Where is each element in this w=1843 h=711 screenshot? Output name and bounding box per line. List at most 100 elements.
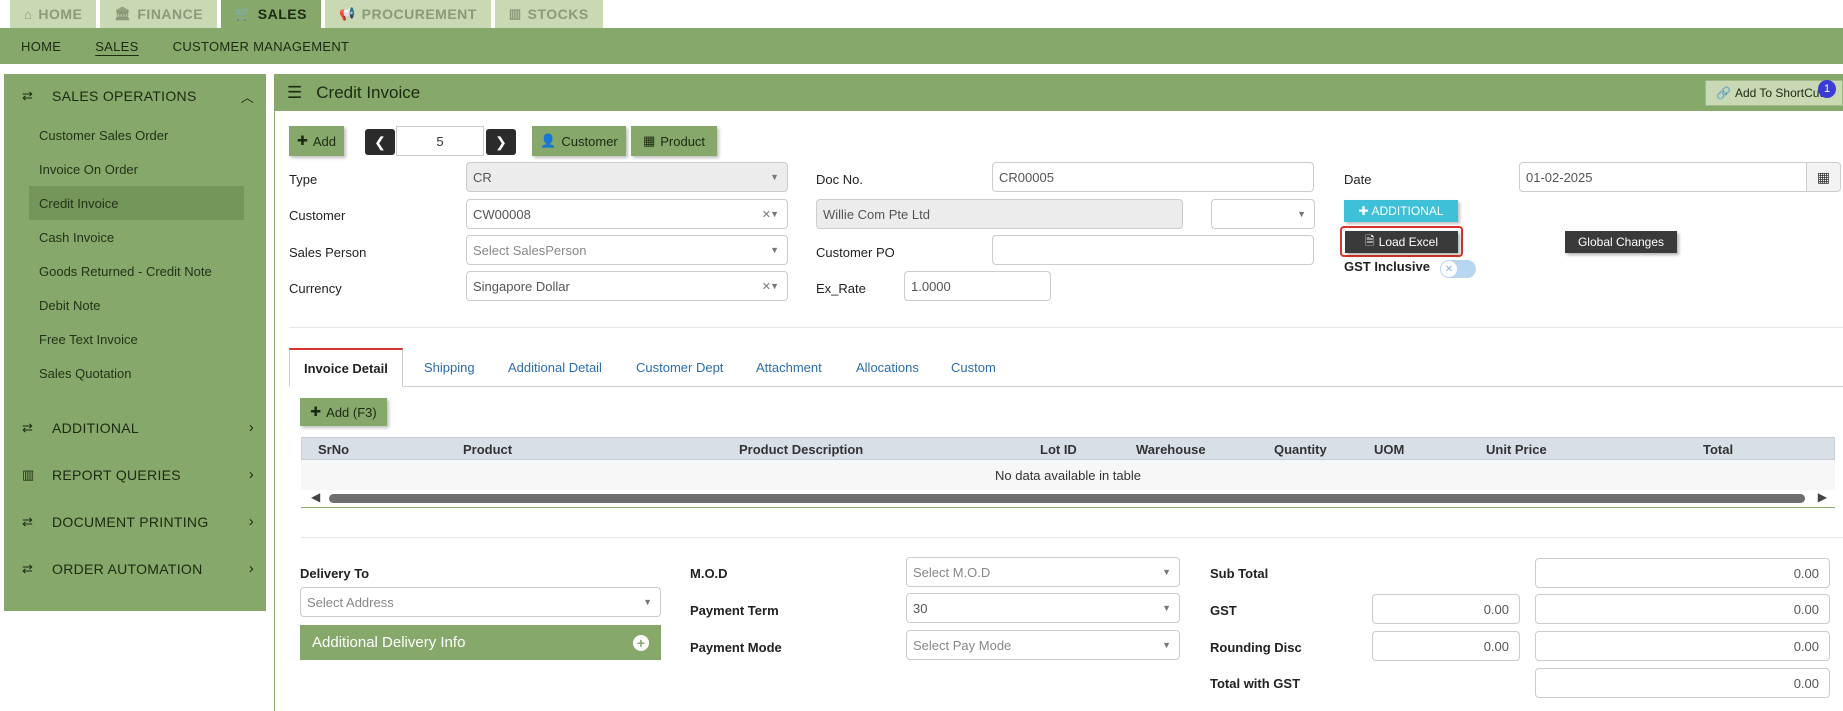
gst-rate-input[interactable]: 0.00: [1372, 594, 1520, 624]
sidebar-group-label: REPORT QUERIES: [52, 466, 181, 483]
mod-label: M.O.D: [690, 566, 728, 581]
ex-rate-input[interactable]: 1.0000: [904, 271, 1051, 301]
top-tab-sales[interactable]: 🛒 SALES: [221, 0, 321, 28]
type-select[interactable]: CR ▼: [466, 162, 788, 192]
hamburger-icon[interactable]: ☰: [287, 83, 302, 103]
chevron-right-icon: ❯: [495, 133, 507, 150]
additional-button[interactable]: ✚ ADDITIONAL: [1344, 200, 1458, 222]
add-to-shortcut-button[interactable]: 🔗 Add To ShortCut 1: [1705, 80, 1843, 106]
column-header-unit-price[interactable]: Unit Price: [1486, 442, 1547, 457]
payment-term-select[interactable]: 30 ▼: [906, 593, 1180, 623]
gst-inclusive-toggle[interactable]: ✕: [1440, 260, 1476, 278]
sidebar-section-sales-operations[interactable]: ⇄ SALES OPERATIONS ︿: [4, 74, 266, 118]
sidebar-section-label: SALES OPERATIONS: [52, 88, 197, 104]
caret-down-icon: ▼: [1162, 640, 1171, 650]
subnav-customer-management[interactable]: CUSTOMER MANAGEMENT: [173, 39, 350, 54]
rounding-disc-label: Rounding Disc: [1210, 640, 1302, 655]
top-tab-label: STOCKS: [527, 6, 589, 22]
sidebar-group-label: ORDER AUTOMATION: [52, 560, 203, 577]
scroll-right-icon[interactable]: ▶: [1818, 490, 1827, 504]
sidebar-item-cash-invoice[interactable]: Cash Invoice: [4, 220, 266, 254]
gst-value: 0.00: [1535, 594, 1830, 624]
caret-down-icon: ▼: [770, 245, 779, 255]
type-value: CR: [473, 169, 492, 185]
tab-allocations[interactable]: Allocations: [856, 348, 919, 387]
date-input[interactable]: 01-02-2025: [1519, 162, 1807, 192]
sales-person-select[interactable]: Select SalesPerson ▼: [466, 235, 788, 265]
record-number-input[interactable]: 5: [396, 126, 484, 156]
column-header-quantity[interactable]: Quantity: [1274, 442, 1327, 457]
tab-customer-dept[interactable]: Customer Dept: [636, 348, 723, 387]
payment-mode-select[interactable]: Select Pay Mode ▼: [906, 630, 1180, 660]
sidebar-group-document-printing[interactable]: ⇄ DOCUMENT PRINTING ›: [4, 498, 266, 545]
total-with-gst-label: Total with GST: [1210, 676, 1301, 691]
sidebar-item-invoice-on-order[interactable]: Invoice On Order: [4, 152, 266, 186]
sidebar-item-sales-quotation[interactable]: Sales Quotation: [4, 356, 266, 390]
tab-invoice-detail[interactable]: Invoice Detail: [289, 348, 403, 387]
subnav-home[interactable]: HOME: [21, 39, 61, 54]
sidebar-item-goods-returned[interactable]: Goods Returned - Credit Note: [4, 254, 266, 288]
payment-mode-label: Payment Mode: [690, 640, 782, 655]
delivery-address-select[interactable]: Select Address ▼: [300, 587, 661, 617]
payment-mode-placeholder: Select Pay Mode: [913, 637, 1012, 653]
column-header-product-description[interactable]: Product Description: [739, 442, 863, 457]
chevron-up-icon: ︿: [240, 89, 254, 105]
additional-delivery-info-panel[interactable]: Additional Delivery Info +: [300, 625, 661, 660]
scroll-left-icon[interactable]: ◀: [311, 490, 320, 504]
tab-attachment[interactable]: Attachment: [756, 348, 822, 387]
rounding-disc-input[interactable]: 0.00: [1372, 631, 1520, 661]
delivery-to-label: Delivery To: [300, 566, 370, 581]
column-header-total[interactable]: Total: [1703, 442, 1733, 457]
sidebar-group-label: ADDITIONAL: [52, 419, 140, 436]
chevron-right-icon: ›: [248, 466, 254, 483]
horizontal-scrollbar[interactable]: ◀ ▶: [301, 490, 1835, 506]
plus-icon: ✚: [1358, 204, 1369, 218]
subnav-sales[interactable]: SALES: [95, 39, 138, 54]
sidebar-item-credit-invoice[interactable]: Credit Invoice: [29, 186, 244, 220]
sidebar-item-debit-note[interactable]: Debit Note: [4, 288, 266, 322]
mod-select[interactable]: Select M.O.D ▼: [906, 557, 1180, 587]
sidebar-group-report-queries[interactable]: ▥ REPORT QUERIES ›: [4, 451, 266, 498]
scrollbar-thumb[interactable]: [329, 494, 1805, 503]
customer-select[interactable]: CW00008 ✕ ▼: [466, 199, 788, 229]
doc-no-input[interactable]: CR00005: [992, 162, 1314, 192]
column-header-uom[interactable]: UOM: [1374, 442, 1404, 457]
tab-custom[interactable]: Custom: [951, 348, 996, 387]
load-excel-button[interactable]: 🗎 Load Excel: [1345, 231, 1458, 253]
add-line-button[interactable]: ✚ Add (F3): [300, 398, 387, 426]
add-button[interactable]: ✚ Add: [289, 126, 344, 156]
barcode-icon: ▦: [642, 133, 656, 148]
sidebar-group-additional[interactable]: ⇄ ADDITIONAL ›: [4, 404, 266, 451]
previous-record-button[interactable]: ❮: [365, 129, 395, 155]
customer-po-input[interactable]: [992, 235, 1314, 265]
tab-shipping[interactable]: Shipping: [424, 348, 475, 387]
top-tab-finance[interactable]: 🏛 FINANCE: [100, 0, 218, 28]
sales-person-placeholder: Select SalesPerson: [473, 242, 587, 258]
gst-label: GST: [1210, 603, 1237, 618]
calendar-icon[interactable]: ▦: [1807, 162, 1841, 192]
column-header-lot-id[interactable]: Lot ID: [1040, 442, 1077, 457]
sub-total-label: Sub Total: [1210, 566, 1269, 581]
customer-button[interactable]: 👤 Customer: [532, 126, 626, 156]
column-header-srno[interactable]: SrNo: [318, 442, 349, 457]
link-icon: 🔗: [1716, 86, 1731, 100]
sidebar-item-free-text-invoice[interactable]: Free Text Invoice: [4, 322, 266, 356]
caret-down-icon: ▼: [1162, 603, 1171, 613]
shortcut-label: Add To ShortCut: [1734, 86, 1823, 100]
page-header: ☰ Credit Invoice 🔗 Add To ShortCut 1: [275, 74, 1843, 111]
global-changes-button[interactable]: Global Changes: [1565, 231, 1677, 253]
gst-inclusive-label: GST Inclusive: [1344, 259, 1430, 274]
tab-additional-detail[interactable]: Additional Detail: [508, 348, 602, 387]
next-record-button[interactable]: ❯: [486, 129, 516, 155]
top-tab-stocks[interactable]: ▥ STOCKS: [494, 0, 603, 28]
product-button[interactable]: ▦ Product: [631, 126, 717, 156]
top-tab-home[interactable]: ⌂ HOME: [10, 0, 97, 28]
top-tab-procurement[interactable]: 📢 PROCUREMENT: [324, 0, 491, 28]
sidebar-group-order-automation[interactable]: ⇄ ORDER AUTOMATION ›: [4, 545, 266, 592]
column-header-product[interactable]: Product: [463, 442, 512, 457]
currency-select[interactable]: Singapore Dollar ✕ ▼: [466, 271, 788, 301]
sidebar-item-customer-sales-order[interactable]: Customer Sales Order: [4, 118, 266, 152]
product-button-label: Product: [660, 133, 706, 149]
column-header-warehouse[interactable]: Warehouse: [1136, 442, 1206, 457]
customer-extra-select[interactable]: ▼: [1211, 199, 1315, 229]
